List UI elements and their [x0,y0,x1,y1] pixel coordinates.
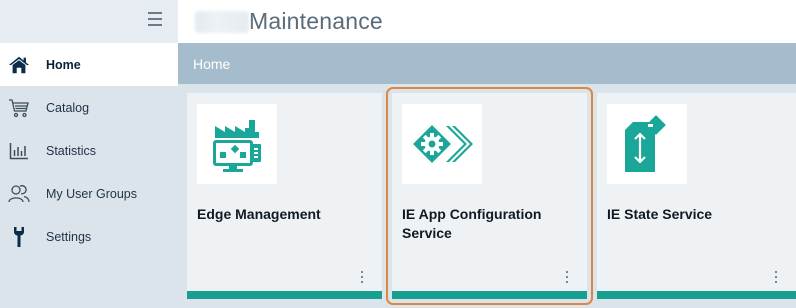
factory-monitor-icon [197,104,277,184]
sidebar-item-label: Home [46,57,81,72]
sidebar-item-settings[interactable]: Settings [0,215,178,258]
home-icon [8,54,30,76]
sidebar-item-label: My User Groups [46,186,137,201]
card-accent-bar [392,291,587,299]
sidebar-item-label: Settings [46,229,92,244]
sidebar-item-catalog[interactable]: Catalog [0,86,178,129]
card-title: IE App Configuration Service [402,206,542,241]
card-accent-bar [187,291,382,299]
sidebar-item-home[interactable]: Home [0,43,178,86]
gear-chevrons-icon [402,104,482,184]
cart-icon [8,97,30,119]
brand-logo [195,10,249,33]
app-card-ie-state-service[interactable]: IE State Service [597,93,796,299]
card-title: IE State Service [607,206,713,222]
sidebar-item-label: Catalog [46,100,90,115]
breadcrumb-home[interactable]: Home [193,56,230,72]
state-transfer-icon [607,104,687,184]
user-group-icon [8,183,30,205]
sidebar-item-statistics[interactable]: Statistics [0,129,178,172]
app-card-ie-app-configuration-service[interactable]: IE App Configuration Service [386,87,593,305]
sidebar-item-label: Statistics [46,143,97,158]
card-accent-bar [597,291,796,299]
more-options-icon[interactable] [565,271,569,283]
more-options-icon[interactable] [774,271,778,283]
sidebar: Home Catalog Statistics My User Groups S… [0,0,178,308]
menu-toggle-icon[interactable] [148,12,162,26]
more-options-icon[interactable] [360,271,364,283]
bar-chart-icon [8,140,30,162]
app-grid: Edge Management IE App Configuration Ser… [178,84,796,308]
page-title: Maintenance [249,8,383,34]
app-card-edge-management[interactable]: Edge Management [187,93,382,299]
card-title: Edge Management [197,206,321,222]
wrench-icon [8,226,30,248]
breadcrumb: Home [178,43,796,84]
title-bar: Maintenance [178,0,796,43]
sidebar-item-my-user-groups[interactable]: My User Groups [0,172,178,215]
sidebar-header [0,0,178,43]
